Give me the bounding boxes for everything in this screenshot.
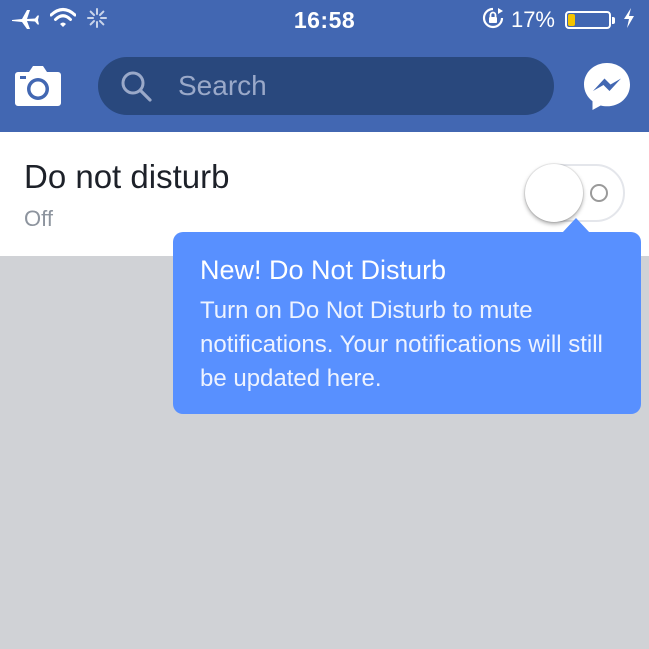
tooltip-arrow <box>562 218 590 233</box>
navigation-bar <box>0 40 649 132</box>
toggle-off-indicator-icon <box>590 184 608 202</box>
search-input[interactable] <box>178 65 538 107</box>
status-bar-right: 17% <box>481 6 635 34</box>
status-bar: 16:58 17% <box>0 0 649 40</box>
search-bar[interactable] <box>98 57 554 115</box>
messenger-button[interactable] <box>582 61 632 111</box>
tooltip-title: New! Do Not Disturb <box>200 255 447 285</box>
camera-icon <box>15 66 61 106</box>
setting-title: Do not disturb <box>24 158 230 195</box>
search-icon <box>121 71 152 102</box>
charging-bolt-icon <box>623 7 635 33</box>
tooltip-body: Turn on Do Not Disturb to mute notificat… <box>200 297 603 392</box>
do-not-disturb-toggle[interactable] <box>525 164 625 222</box>
new-feature-tooltip[interactable]: New! Do Not Disturb Turn on Do Not Distu… <box>173 232 641 414</box>
battery-percent: 17% <box>510 7 555 32</box>
battery-icon <box>565 11 615 29</box>
camera-button[interactable] <box>14 64 62 108</box>
setting-status: Off <box>24 206 53 231</box>
messenger-icon <box>584 63 630 110</box>
battery-level-fill <box>568 14 575 26</box>
toggle-knob[interactable] <box>525 164 583 222</box>
rotation-lock-icon <box>481 6 505 35</box>
